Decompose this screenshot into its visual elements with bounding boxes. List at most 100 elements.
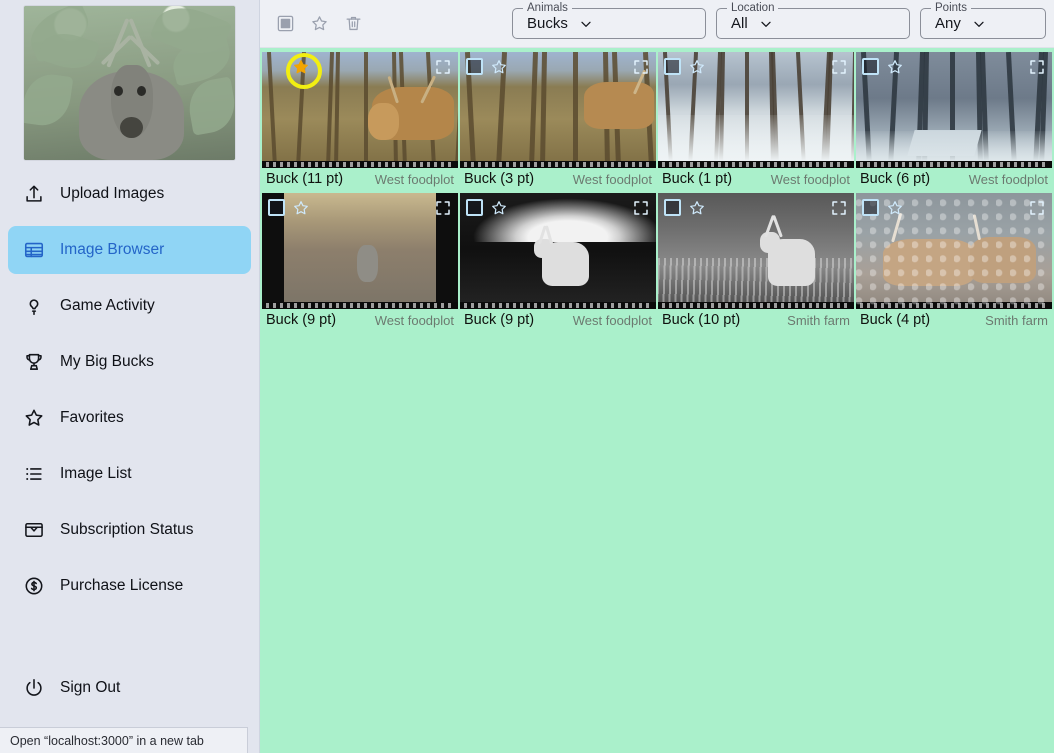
image-fullscreen-icon[interactable] (632, 199, 650, 217)
image-select-checkbox[interactable] (862, 58, 879, 75)
image-card[interactable]: Buck (1 pt) West foodplot (658, 52, 854, 190)
image-card[interactable]: Buck (11 pt) West foodplot (262, 52, 458, 190)
image-fullscreen-icon[interactable] (632, 58, 650, 76)
sidebar-item-favorites[interactable]: Favorites (8, 394, 251, 442)
image-thumbnail[interactable] (460, 52, 656, 168)
chevron-down-icon (971, 16, 987, 32)
sidebar-item-sign-out[interactable]: Sign Out (8, 664, 252, 712)
image-location: West foodplot (374, 171, 454, 187)
sign-out-label: Sign Out (60, 679, 121, 696)
image-card[interactable]: Buck (10 pt) Smith farm (658, 193, 854, 331)
image-caption: Buck (9 pt) West foodplot (460, 309, 656, 331)
upload-icon (22, 182, 46, 206)
image-card[interactable]: Buck (9 pt) West foodplot (460, 193, 656, 331)
image-favorite-star-icon[interactable] (886, 199, 904, 217)
image-fullscreen-icon[interactable] (830, 58, 848, 76)
sidebar-item-upload-images[interactable]: Upload Images (8, 170, 251, 218)
sidebar-nav: Upload Images Image Browser Game Activity M… (0, 170, 259, 610)
select-all-checkbox[interactable] (270, 9, 300, 39)
image-grid-row: Buck (11 pt) West foodplot Buck (3 pt) West… (262, 52, 1052, 190)
sidebar-item-label: Purchase License (60, 577, 184, 594)
image-thumbnail[interactable] (856, 52, 1052, 168)
favorite-button[interactable] (304, 9, 334, 39)
image-favorite-star-icon[interactable] (490, 199, 508, 217)
sidebar-item-label: Game Activity (60, 297, 155, 314)
sidebar-item-label: Image List (60, 465, 132, 482)
app-root: Upload Images Image Browser Game Activity M… (0, 0, 1054, 753)
image-location: Smith farm (787, 312, 850, 328)
points-filter[interactable]: Points Any (920, 1, 1046, 39)
image-thumbnail[interactable] (262, 52, 458, 168)
sidebar-item-purchase-license[interactable]: Purchase License (8, 562, 251, 610)
location-filter-legend: Location (727, 1, 779, 15)
delete-button[interactable] (338, 9, 368, 39)
location-filter-value: All (731, 15, 748, 32)
image-title: Buck (11 pt) (266, 171, 344, 187)
image-caption: Buck (6 pt) West foodplot (856, 168, 1052, 190)
image-select-checkbox[interactable] (466, 199, 483, 216)
image-location: West foodplot (572, 312, 652, 328)
image-title: Buck (6 pt) (860, 171, 931, 187)
sidebar-item-label: Favorites (60, 409, 124, 426)
sidebar-item-image-list[interactable]: Image List (8, 450, 251, 498)
image-card[interactable]: Buck (9 pt) West foodplot (262, 193, 458, 331)
image-fullscreen-icon[interactable] (434, 199, 452, 217)
image-card[interactable]: Buck (3 pt) West foodplot (460, 52, 656, 190)
image-title: Buck (3 pt) (464, 171, 535, 187)
sidebar-item-label: My Big Bucks (60, 353, 154, 370)
main-content: Animals Bucks Location All Points Any Bu… (260, 0, 1054, 753)
image-select-checkbox[interactable] (466, 58, 483, 75)
image-fullscreen-icon[interactable] (434, 58, 452, 76)
sidebar-item-image-browser[interactable]: Image Browser (8, 226, 251, 274)
image-select-checkbox[interactable] (268, 199, 285, 216)
image-thumbnail[interactable] (856, 193, 1052, 309)
image-caption: Buck (9 pt) West foodplot (262, 309, 458, 331)
image-fullscreen-icon[interactable] (830, 199, 848, 217)
sidebar: Upload Images Image Browser Game Activity M… (0, 0, 260, 753)
image-location: West foodplot (770, 171, 850, 187)
status-bar: Open “localhost:3000” in a new tab (0, 727, 248, 753)
points-filter-legend: Points (931, 1, 971, 15)
animals-filter[interactable]: Animals Bucks (512, 1, 706, 39)
image-favorite-star-icon[interactable] (292, 199, 310, 217)
image-title: Buck (9 pt) (464, 312, 535, 328)
image-caption: Buck (10 pt) Smith farm (658, 309, 854, 331)
location-filter[interactable]: Location All (716, 1, 910, 39)
image-location: West foodplot (572, 171, 652, 187)
dollar-circle-icon (22, 574, 46, 598)
image-select-checkbox[interactable] (664, 199, 681, 216)
sidebar-item-label: Image Browser (60, 241, 165, 258)
image-caption: Buck (3 pt) West foodplot (460, 168, 656, 190)
image-caption: Buck (4 pt) Smith farm (856, 309, 1052, 331)
inbox-icon (22, 518, 46, 542)
image-favorite-star-icon[interactable] (490, 58, 508, 76)
sidebar-item-subscription-status[interactable]: Subscription Status (8, 506, 251, 554)
image-favorite-star-icon[interactable] (292, 58, 310, 76)
image-card[interactable]: Buck (4 pt) Smith farm (856, 193, 1052, 331)
image-select-checkbox[interactable] (862, 199, 879, 216)
sidebar-item-game-activity[interactable]: Game Activity (8, 282, 251, 330)
status-bar-text: Open “localhost:3000” in a new tab (10, 733, 204, 748)
image-card[interactable]: Buck (6 pt) West foodplot (856, 52, 1052, 190)
list-icon (22, 462, 46, 486)
image-fullscreen-icon[interactable] (1028, 58, 1046, 76)
image-fullscreen-icon[interactable] (1028, 199, 1046, 217)
lightbulb-icon (22, 294, 46, 318)
sidebar-item-my-big-bucks[interactable]: My Big Bucks (8, 338, 251, 386)
image-caption: Buck (11 pt) West foodplot (262, 168, 458, 190)
image-thumbnail[interactable] (460, 193, 656, 309)
image-location: West foodplot (374, 312, 454, 328)
hero-image-wrap (0, 0, 259, 170)
image-favorite-star-icon[interactable] (886, 58, 904, 76)
image-thumbnail[interactable] (262, 193, 458, 309)
image-title: Buck (10 pt) (662, 312, 741, 328)
image-thumbnail[interactable] (658, 52, 854, 168)
points-filter-value: Any (935, 15, 961, 32)
image-grid-row: Buck (9 pt) West foodplot Buck (9 pt) West … (262, 193, 1052, 331)
image-favorite-star-icon[interactable] (688, 58, 706, 76)
image-title: Buck (4 pt) (860, 312, 931, 328)
hero-buck-photo (24, 6, 235, 160)
image-thumbnail[interactable] (658, 193, 854, 309)
image-select-checkbox[interactable] (664, 58, 681, 75)
image-favorite-star-icon[interactable] (688, 199, 706, 217)
